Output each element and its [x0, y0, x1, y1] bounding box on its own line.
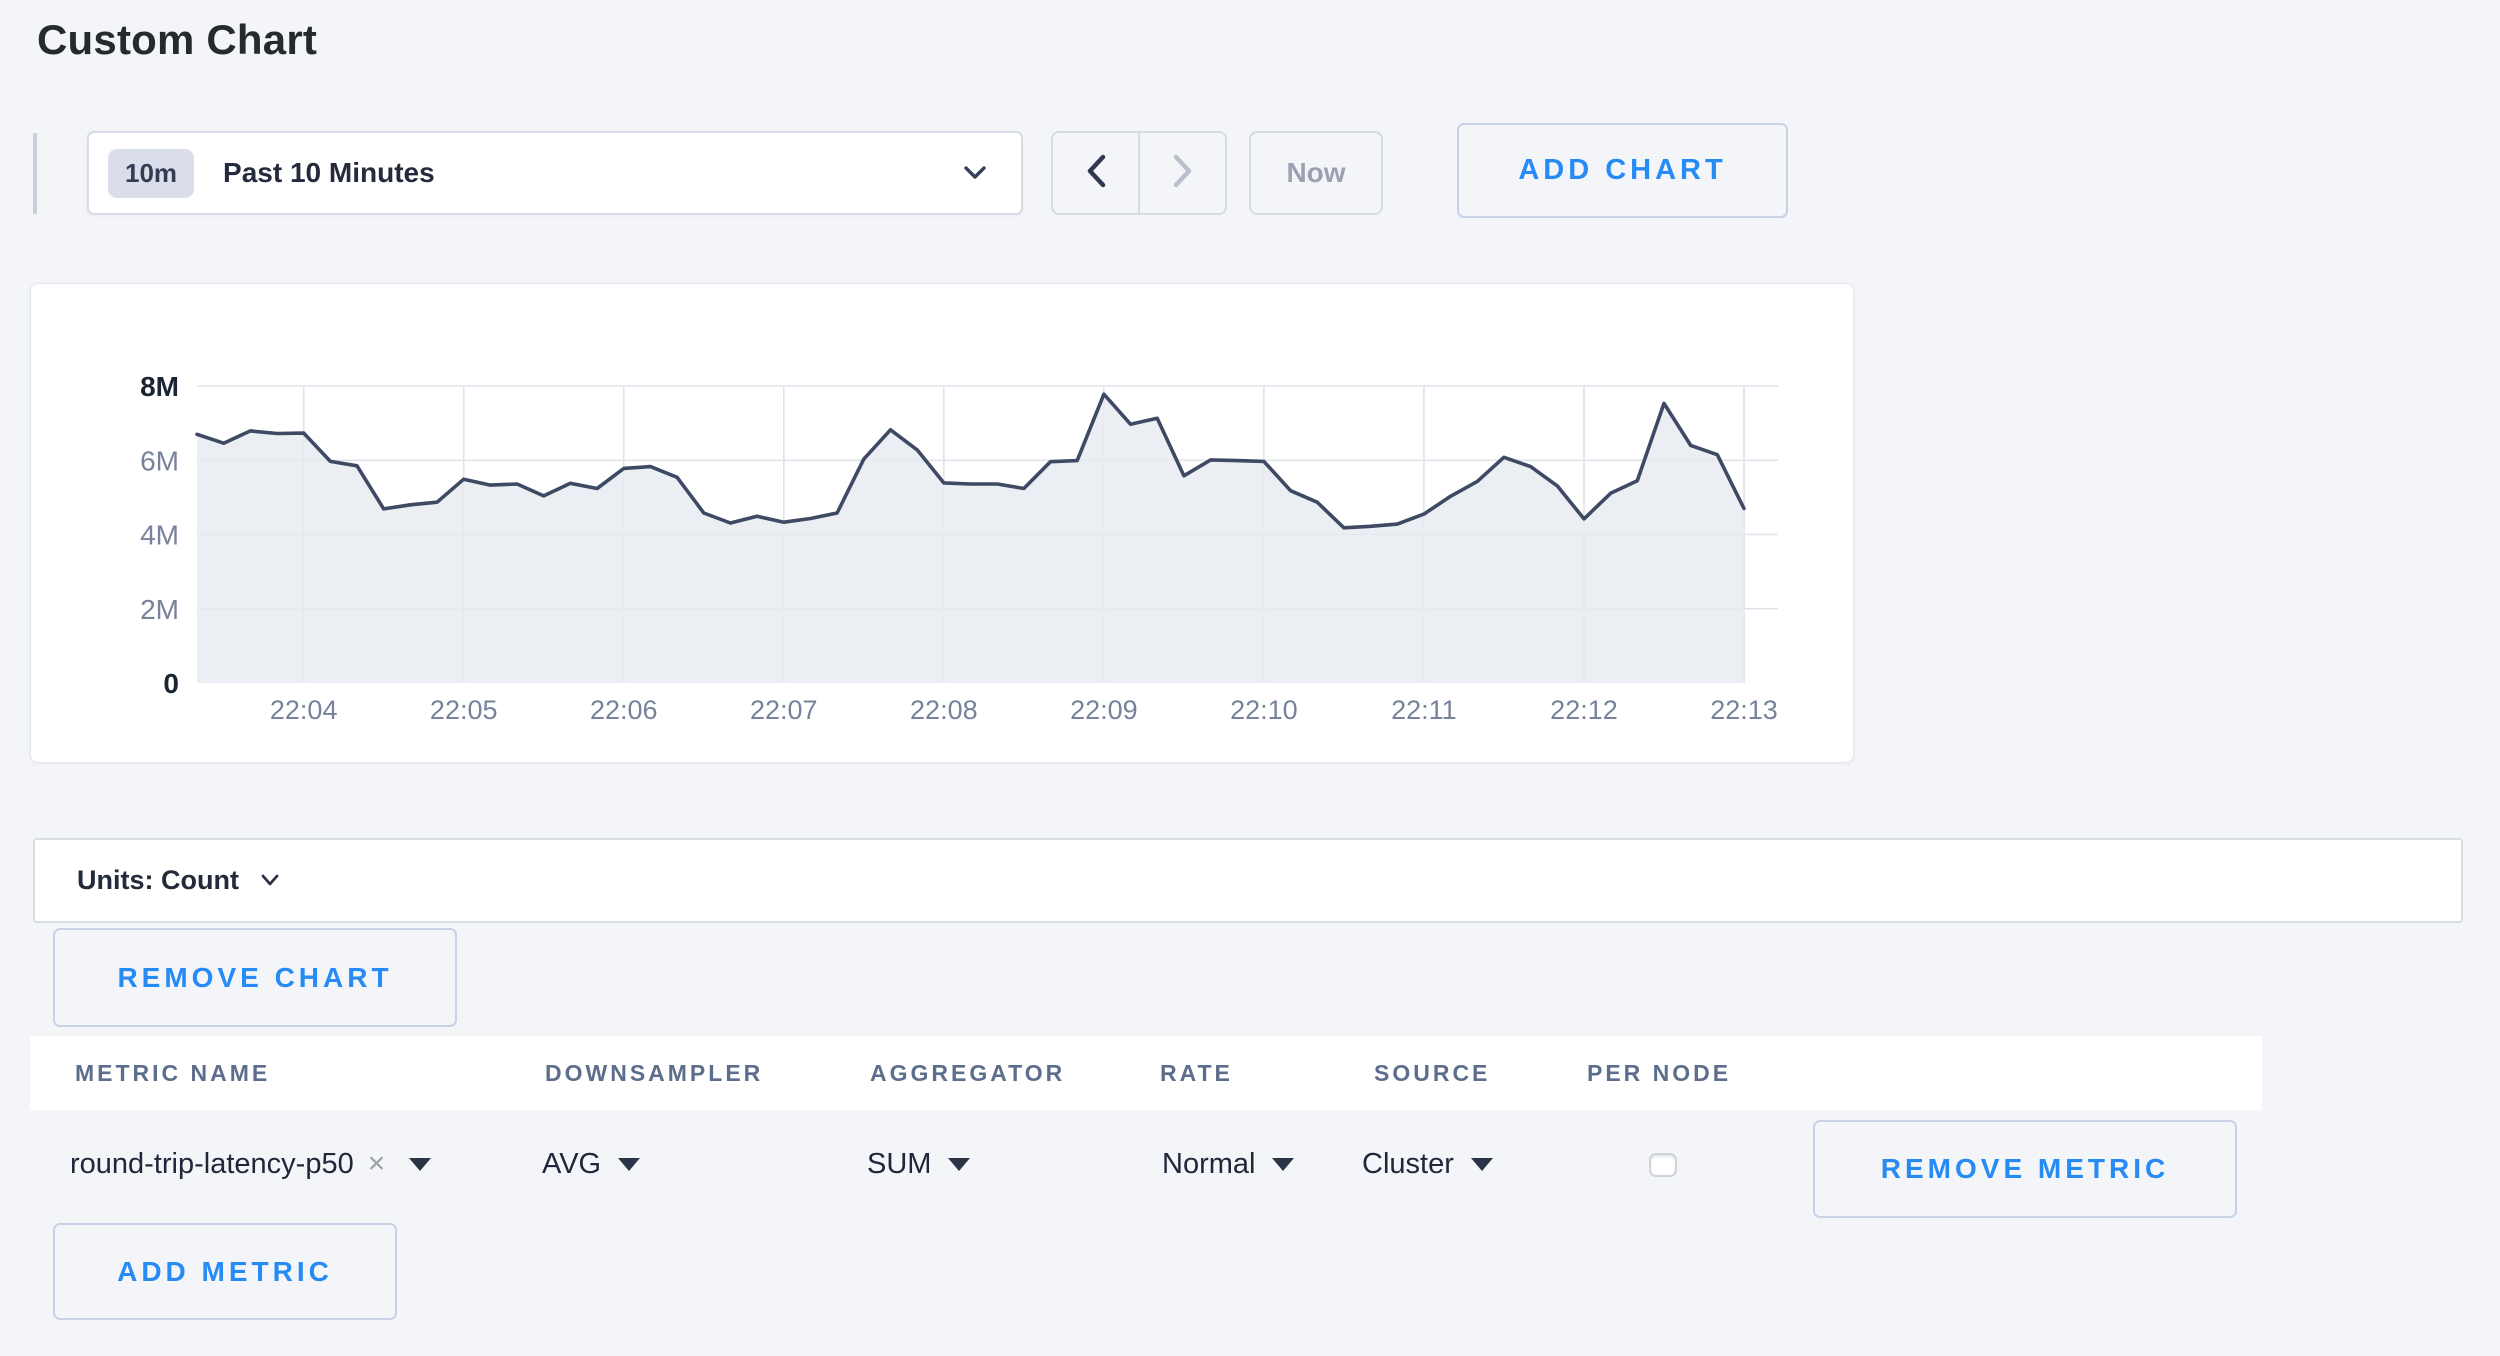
aggregator-value: SUM	[867, 1148, 931, 1181]
per-node-checkbox[interactable]	[1649, 1153, 1677, 1177]
time-range-dropdown[interactable]: 10m Past 10 Minutes	[87, 131, 1023, 215]
caret-down-icon	[948, 1158, 970, 1171]
units-dropdown[interactable]: Units: Count	[33, 838, 2463, 923]
x-axis-tick-label: 22:13	[1710, 695, 1778, 725]
y-axis-tick-label: 8M	[140, 371, 179, 402]
add-metric-button[interactable]: ADD METRIC	[53, 1223, 397, 1320]
time-scale-badge: 10m	[108, 149, 194, 198]
metrics-table-header: METRIC NAME DOWNSAMPLER AGGREGATOR RATE …	[30, 1036, 2262, 1110]
col-header-aggregator: AGGREGATOR	[870, 1036, 1065, 1110]
x-axis-tick-label: 22:05	[430, 695, 498, 725]
add-chart-button[interactable]: ADD CHART	[1457, 123, 1788, 218]
time-range-label: Past 10 Minutes	[223, 157, 435, 189]
x-axis-tick-label: 22:07	[750, 695, 818, 725]
y-axis-tick-label: 6M	[140, 445, 179, 476]
rate-value: Normal	[1162, 1148, 1255, 1181]
col-header-rate: RATE	[1160, 1036, 1233, 1110]
remove-tag-x-icon[interactable]: ×	[368, 1147, 386, 1181]
y-axis-tick-label: 2M	[140, 594, 179, 625]
downsampler-value: AVG	[542, 1148, 601, 1181]
prev-time-window-button[interactable]	[1053, 133, 1140, 213]
col-header-per-node: PER NODE	[1587, 1036, 1731, 1110]
custom-chart-page: Custom Chart 10m Past 10 Minutes Now ADD…	[0, 0, 2500, 1356]
col-header-source: SOURCE	[1374, 1036, 1490, 1110]
aggregator-dropdown[interactable]: SUM	[867, 1110, 970, 1218]
time-series-chart[interactable]: 0 2M 4M 6M 8M 22:04 22:05 22:06 22:07 22:08 22:09 2…	[31, 284, 1853, 762]
source-value: Cluster	[1362, 1148, 1454, 1181]
caret-down-icon	[618, 1158, 640, 1171]
col-header-downsampler: DOWNSAMPLER	[545, 1036, 763, 1110]
chevron-left-icon	[1085, 154, 1107, 193]
chevron-down-icon	[261, 874, 279, 887]
x-axis-tick-label: 22:09	[1070, 695, 1138, 725]
caret-down-icon	[1471, 1158, 1493, 1171]
next-time-window-button[interactable]	[1140, 133, 1225, 213]
now-button[interactable]: Now	[1249, 131, 1383, 215]
remove-chart-button[interactable]: REMOVE CHART	[53, 928, 457, 1027]
x-axis-tick-label: 22:06	[590, 695, 658, 725]
x-axis-tick-label: 22:10	[1230, 695, 1298, 725]
y-axis-tick-label: 0	[163, 668, 179, 699]
col-header-metric-name: METRIC NAME	[75, 1036, 270, 1110]
downsampler-dropdown[interactable]: AVG	[542, 1110, 640, 1218]
x-axis-tick-label: 22:12	[1550, 695, 1618, 725]
chevron-down-icon	[963, 165, 987, 181]
time-window-arrows	[1051, 131, 1227, 215]
x-axis-tick-label: 22:04	[270, 695, 338, 725]
x-axis-tick-label: 22:11	[1391, 695, 1457, 725]
chart-card: 0 2M 4M 6M 8M 22:04 22:05 22:06 22:07 22:08 22:09 2…	[30, 283, 1854, 763]
toolbar-divider	[33, 133, 37, 214]
page-title: Custom Chart	[37, 16, 317, 64]
remove-metric-button[interactable]: REMOVE METRIC	[1813, 1120, 2237, 1218]
source-dropdown[interactable]: Cluster	[1362, 1110, 1493, 1218]
metric-name-dropdown[interactable]: round-trip-latency-p50 ×	[70, 1110, 431, 1218]
caret-down-icon	[1272, 1158, 1294, 1171]
x-axis-tick-label: 22:08	[910, 695, 978, 725]
y-axis-tick-label: 4M	[140, 520, 179, 551]
caret-down-icon	[409, 1158, 431, 1171]
series-area-fill	[197, 394, 1744, 683]
metric-name-value: round-trip-latency-p50	[70, 1148, 354, 1181]
rate-dropdown[interactable]: Normal	[1162, 1110, 1294, 1218]
units-label: Units: Count	[77, 865, 239, 896]
chevron-right-icon	[1172, 154, 1194, 193]
